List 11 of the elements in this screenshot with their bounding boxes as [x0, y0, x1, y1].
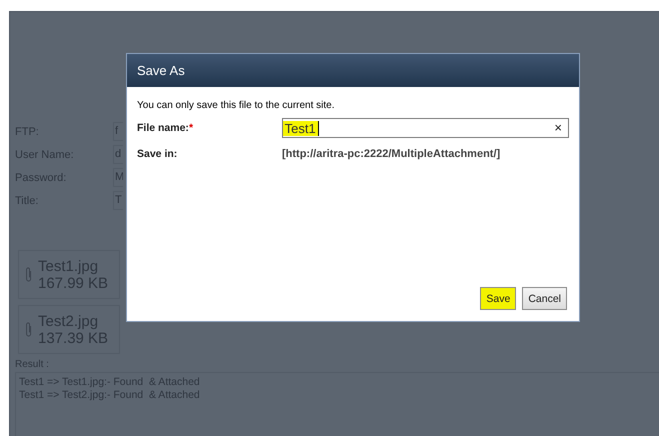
file-name-field[interactable]: Test1 × — [282, 118, 569, 138]
save-in-label: Save in: — [137, 148, 178, 160]
dialog-message: You can only save this file to the current site. — [137, 100, 336, 111]
dialog-button[interactable]: Cancel — [522, 287, 567, 310]
dialog-button[interactable]: Save — [480, 287, 516, 310]
file-name-label: File name:* — [137, 122, 194, 134]
paperclip-icon — [25, 264, 33, 284]
dialog-title: Save As — [127, 54, 579, 87]
paperclip-icon — [25, 320, 33, 340]
clear-button[interactable]: × — [554, 119, 562, 137]
save-location: [http://aritra-pc:2222/MultipleAttachment/] — [282, 148, 500, 160]
